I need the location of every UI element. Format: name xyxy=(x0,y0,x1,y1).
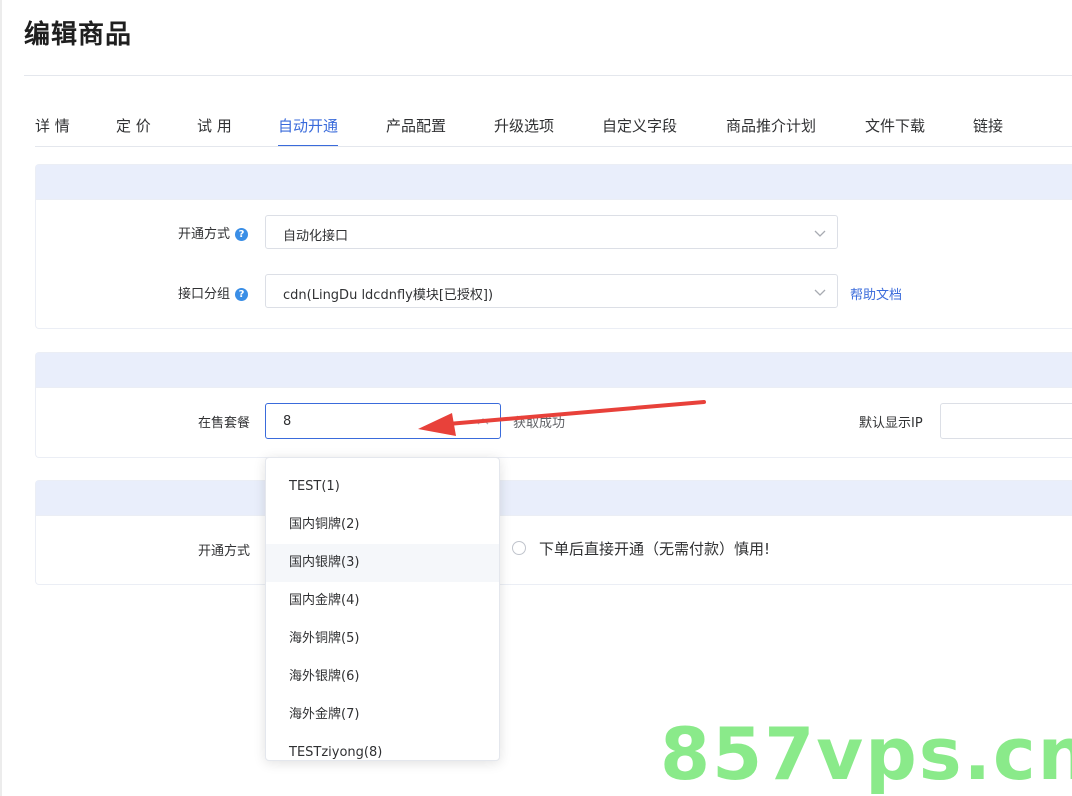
panel-header xyxy=(36,353,1072,388)
open-mode-select[interactable]: 自动化接口 xyxy=(265,215,838,249)
tab-custom-fields[interactable]: 自定义字段 xyxy=(602,115,677,136)
api-group-label-text: 接口分组 xyxy=(178,287,231,302)
tab-referral-plan[interactable]: 商品推介计划 xyxy=(726,115,816,136)
tabs-divider xyxy=(35,146,1072,147)
title-divider xyxy=(24,75,1072,76)
package-dropdown: TEST(1) 国内铜牌(2) 国内银牌(3) 国内金牌(4) 海外铜牌(5) … xyxy=(265,457,500,761)
order-open-mode-label: 开通方式 xyxy=(198,544,251,559)
dropdown-option[interactable]: 海外金牌(7) xyxy=(266,696,499,734)
default-ip-label: 默认显示IP xyxy=(859,416,923,431)
dropdown-option[interactable]: 国内铜牌(2) xyxy=(266,506,499,544)
question-circle-icon[interactable]: ? xyxy=(235,288,249,301)
dropdown-option-hovered[interactable]: 国内银牌(3) xyxy=(266,544,499,582)
order-panel xyxy=(35,480,1072,585)
open-mode-value: 自动化接口 xyxy=(283,229,349,244)
dropdown-option[interactable]: TESTziyong(8) xyxy=(266,734,499,760)
tab-auto-provision[interactable]: 自动开通 xyxy=(278,115,339,147)
chevron-down-icon xyxy=(814,289,826,296)
dropdown-option[interactable]: TEST(1) xyxy=(266,468,499,506)
dropdown-option[interactable]: 国内金牌(4) xyxy=(266,582,499,620)
panel-header xyxy=(36,481,1072,516)
help-doc-link[interactable]: 帮助文档 xyxy=(850,284,902,303)
tab-bar: 详 情 定 价 试 用 自动开通 产品配置 升级选项 自定义字段 商品推介计划 … xyxy=(0,106,1072,148)
panel-header xyxy=(36,165,1072,200)
tab-details[interactable]: 详 情 xyxy=(35,115,70,136)
package-panel xyxy=(35,352,1072,458)
tab-pricing[interactable]: 定 价 xyxy=(116,115,151,136)
radio-option-label[interactable]: 下单后直接开通（无需付款）慎用! xyxy=(539,538,770,559)
tab-trial[interactable]: 试 用 xyxy=(197,115,232,136)
watermark: 857vps.cn xyxy=(660,712,1072,796)
package-label: 在售套餐 xyxy=(198,416,251,431)
dropdown-option[interactable]: 海外铜牌(5) xyxy=(266,620,499,658)
package-value: 8 xyxy=(283,414,292,429)
radio-button[interactable] xyxy=(512,541,526,555)
package-select[interactable]: 8 xyxy=(265,403,501,439)
question-circle-icon[interactable]: ? xyxy=(235,228,249,241)
fetch-status-text: 获取成功 xyxy=(513,416,566,431)
tab-file-download[interactable]: 文件下载 xyxy=(865,115,925,136)
open-mode-label-text: 开通方式 xyxy=(178,227,231,242)
tab-links[interactable]: 链接 xyxy=(973,115,1003,136)
page-title: 编辑商品 xyxy=(24,20,133,50)
api-group-select[interactable]: cdn(LingDu ldcdnfly模块[已授权]) xyxy=(265,274,838,308)
chevron-down-icon xyxy=(814,230,826,237)
api-group-value: cdn(LingDu ldcdnfly模块[已授权]) xyxy=(283,288,494,303)
open-mode-label: 开通方式? xyxy=(178,223,249,242)
api-group-label: 接口分组? xyxy=(178,283,249,302)
default-ip-input[interactable] xyxy=(940,403,1072,439)
tab-upgrade-options[interactable]: 升级选项 xyxy=(494,115,554,136)
dropdown-option[interactable]: 海外银牌(6) xyxy=(266,658,499,696)
tab-product-config[interactable]: 产品配置 xyxy=(386,115,446,136)
chevron-up-icon xyxy=(477,418,489,425)
